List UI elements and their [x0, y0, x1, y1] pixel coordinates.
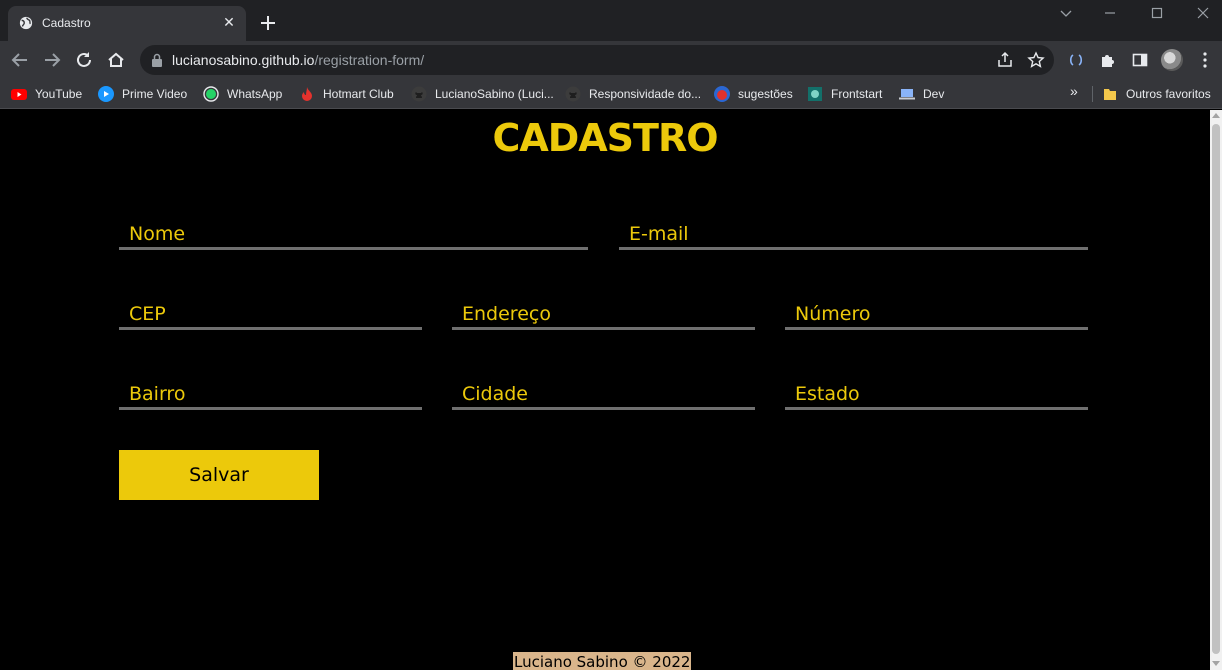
laptop-icon [899, 89, 915, 100]
bookmark-label: Responsividade do... [589, 87, 702, 101]
hotmart-icon [302, 87, 312, 101]
scroll-up-arrow-icon[interactable] [1212, 113, 1220, 118]
bookmark-label: Hotmart Club [323, 87, 394, 101]
bookmark-icon [714, 86, 730, 102]
url-host: lucianosabino.github.io [172, 52, 315, 68]
browser-titlebar: Cadastro ✕ [0, 0, 1222, 41]
side-panel-icon[interactable] [1131, 51, 1149, 69]
back-icon[interactable] [9, 49, 31, 71]
page-title: CADASTRO [492, 116, 718, 160]
tab-search-icon[interactable] [1056, 5, 1076, 21]
cep-input[interactable] [119, 300, 422, 327]
close-window-icon[interactable] [1193, 5, 1213, 21]
url-text[interactable]: lucianosabino.github.io/registration-for… [172, 52, 424, 68]
page-scrollbar[interactable] [1210, 110, 1222, 670]
github-icon [565, 86, 581, 102]
youtube-icon [11, 89, 27, 100]
scroll-down-arrow-icon[interactable] [1212, 661, 1220, 666]
bookmarks-divider [1092, 86, 1093, 102]
maximize-icon[interactable] [1147, 5, 1167, 21]
bookmark-label: Frontstart [831, 87, 883, 101]
bookmark-youtube[interactable]: YouTube [11, 83, 82, 105]
nome-field [119, 220, 588, 250]
bookmark-whatsapp[interactable]: WhatsApp [203, 83, 282, 105]
tab-title: Cadastro [42, 16, 91, 30]
star-icon[interactable] [1027, 51, 1045, 69]
bookmark-hotmart[interactable]: Hotmart Club [299, 83, 394, 105]
minimize-icon[interactable] [1100, 5, 1120, 21]
bookmark-label: Prime Video [122, 87, 188, 101]
bookmark-dev[interactable]: Dev [899, 83, 944, 105]
scrollbar-thumb[interactable] [1212, 124, 1220, 654]
endereco-input[interactable] [452, 300, 755, 327]
bookmarks-bar: YouTube Prime Video WhatsApp Hotmart Clu… [0, 79, 1222, 109]
prime-video-icon [98, 86, 114, 102]
whatsapp-icon [203, 86, 219, 102]
bookmark-outros-favoritos[interactable]: Outros favoritos [1102, 83, 1211, 105]
email-input[interactable] [619, 220, 1088, 247]
folder-icon [1104, 89, 1116, 100]
bookmark-frontstart[interactable]: Frontstart [807, 83, 882, 105]
url-path: /registration-form/ [314, 52, 425, 68]
cidade-input[interactable] [452, 380, 755, 407]
address-bar[interactable]: lucianosabino.github.io/registration-for… [140, 45, 1054, 75]
bookmark-label: WhatsApp [227, 87, 283, 101]
bookmark-sugestoes[interactable]: sugestões [714, 83, 793, 105]
more-bookmarks-chevron-icon[interactable]: » [1070, 83, 1078, 99]
bairro-input[interactable] [119, 380, 422, 407]
bookmark-prime-video[interactable]: Prime Video [98, 83, 187, 105]
bookmark-responsividade[interactable]: Responsividade do... [565, 83, 701, 105]
bookmark-label: sugestões [738, 87, 793, 101]
home-icon[interactable] [105, 49, 127, 71]
bookmark-label: LucianoSabino (Luci... [435, 87, 554, 101]
extension-brackets-icon[interactable] [1067, 51, 1085, 69]
menu-kebab-icon[interactable] [1196, 51, 1214, 69]
lock-icon[interactable] [151, 53, 163, 67]
reload-icon[interactable] [73, 49, 95, 71]
globe-icon [19, 16, 33, 30]
bairro-field [119, 380, 422, 410]
endereco-field [452, 300, 755, 330]
cep-field [119, 300, 422, 330]
frontstart-icon [808, 87, 822, 101]
save-button[interactable]: Salvar [119, 450, 319, 500]
bookmark-label: YouTube [35, 87, 83, 101]
page-viewport: CADASTRO Salvar Luciano Sabino © 2022 [0, 110, 1210, 670]
bookmark-lucianosabino[interactable]: LucianoSabino (Luci... [411, 83, 554, 105]
github-icon [411, 86, 427, 102]
extensions-puzzle-icon[interactable] [1099, 51, 1117, 69]
profile-avatar[interactable] [1161, 49, 1183, 71]
forward-icon[interactable] [41, 49, 63, 71]
browser-toolbar: lucianosabino.github.io/registration-for… [0, 41, 1222, 79]
bookmark-label: Dev [923, 87, 945, 101]
share-icon[interactable] [996, 51, 1014, 69]
numero-input[interactable] [785, 300, 1088, 327]
close-tab-icon[interactable]: ✕ [221, 14, 237, 30]
footer-credit: Luciano Sabino © 2022 [513, 652, 692, 670]
bookmark-label: Outros favoritos [1126, 87, 1211, 101]
nome-input[interactable] [119, 220, 588, 247]
new-tab-icon[interactable] [258, 13, 278, 33]
estado-field [785, 380, 1088, 410]
estado-input[interactable] [785, 380, 1088, 407]
email-field [619, 220, 1088, 250]
numero-field [785, 300, 1088, 330]
cidade-field [452, 380, 755, 410]
browser-tab[interactable]: Cadastro ✕ [8, 6, 246, 41]
